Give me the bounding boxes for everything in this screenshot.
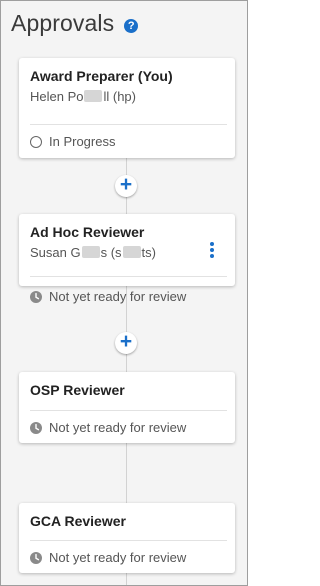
- approver-role: Ad Hoc Reviewer: [30, 224, 145, 240]
- approver-card-award-preparer: Award Preparer (You) Helen Po ll (hp) In …: [19, 58, 235, 158]
- approver-role: GCA Reviewer: [30, 513, 126, 529]
- redacted-text: [84, 90, 103, 102]
- approver-name: Susan Gs (s ts): [30, 245, 156, 260]
- connector-line: [126, 573, 127, 585]
- divider: [30, 276, 227, 277]
- status-text: In Progress: [49, 134, 116, 149]
- divider: [30, 410, 227, 411]
- approver-name: Helen Po ll (hp): [30, 89, 136, 104]
- status-row: In Progress: [30, 134, 115, 149]
- approvals-header: Approvals ?: [11, 10, 139, 37]
- status-row: Not yet ready for review: [30, 550, 186, 565]
- approver-role: Award Preparer (You): [30, 68, 173, 84]
- status-row: Not yet ready for review: [30, 289, 186, 304]
- kebab-menu-icon[interactable]: [209, 242, 215, 260]
- question-circle-icon[interactable]: ?: [124, 18, 139, 33]
- circle-outline-icon: [30, 135, 42, 148]
- clock-icon: [30, 290, 42, 303]
- add-reviewer-button[interactable]: +: [115, 331, 137, 354]
- divider: [30, 124, 227, 125]
- clock-icon: [30, 551, 42, 564]
- status-text: Not yet ready for review: [49, 550, 187, 565]
- add-reviewer-button[interactable]: +: [115, 174, 137, 197]
- status-row: Not yet ready for review: [30, 420, 186, 435]
- redacted-text: [81, 246, 100, 258]
- divider: [30, 540, 227, 541]
- clock-icon: [30, 421, 42, 434]
- approver-role: OSP Reviewer: [30, 382, 125, 398]
- status-text: Not yet ready for review: [49, 289, 187, 304]
- approver-card-gca-reviewer: GCA Reviewer Not yet ready for review: [19, 503, 235, 573]
- approver-card-ad-hoc-reviewer: Ad Hoc Reviewer Susan Gs (s ts) Not yet r…: [19, 214, 235, 304]
- connector-line: [126, 443, 127, 503]
- approver-card-osp-reviewer: OSP Reviewer Not yet ready for review: [19, 372, 235, 443]
- approvals-panel: Approvals ? + + Award Preparer (You) Hel…: [0, 0, 248, 586]
- page-title: Approvals: [11, 10, 115, 36]
- redacted-text: [122, 246, 141, 258]
- status-text: Not yet ready for review: [49, 420, 187, 435]
